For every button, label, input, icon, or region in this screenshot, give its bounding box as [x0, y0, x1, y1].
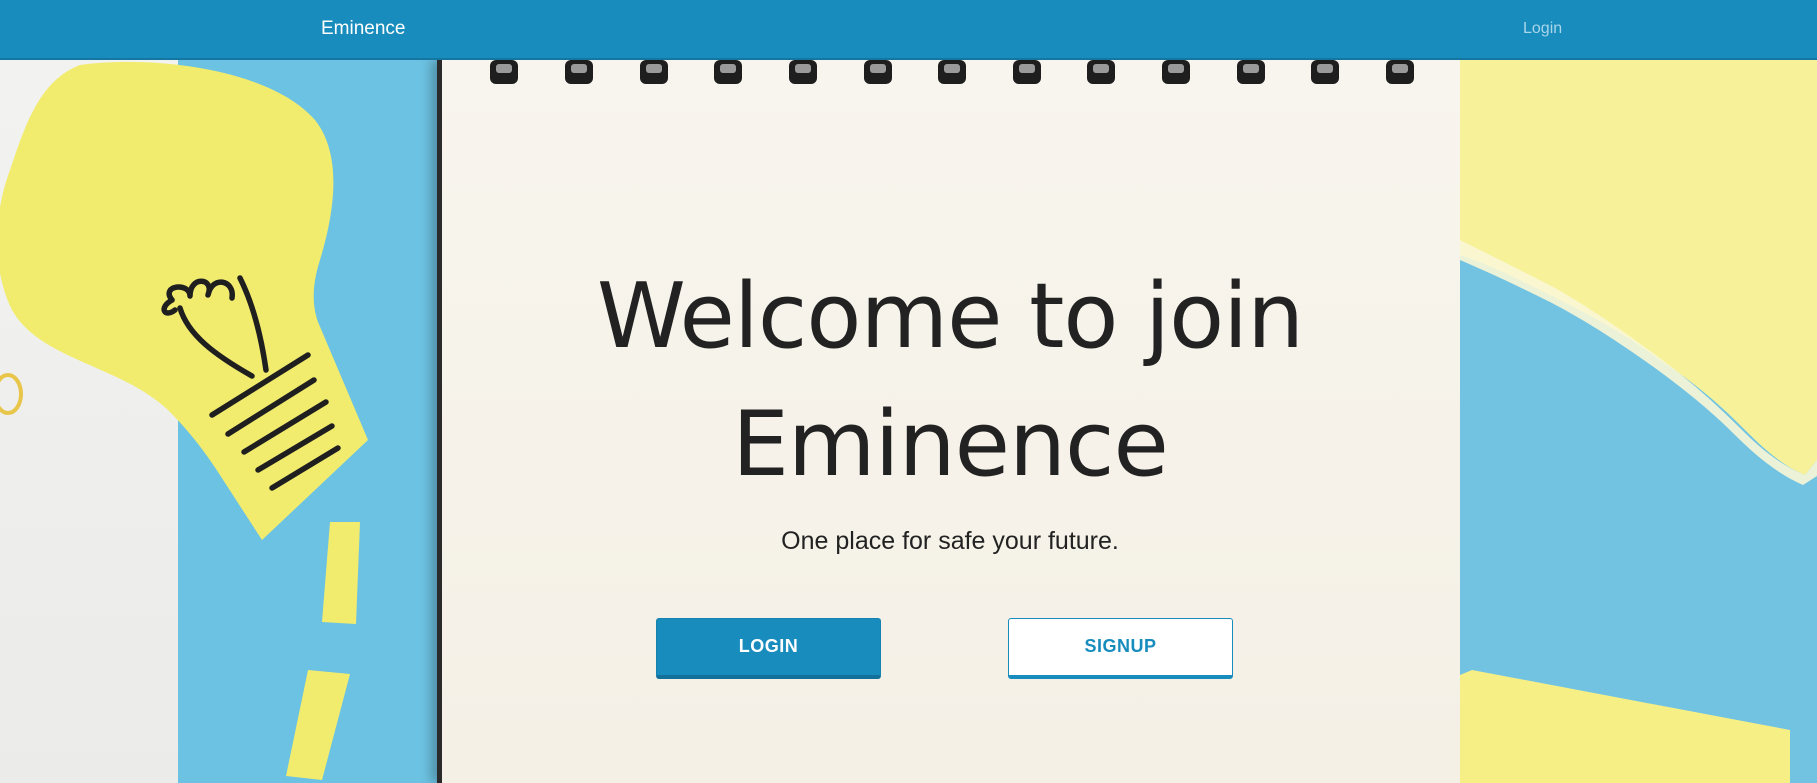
top-navbar: Eminence Login — [0, 0, 1817, 60]
hero-title-line-2: Eminence — [732, 392, 1169, 497]
hero-section: Welcome to join Eminence One place for s… — [0, 60, 1817, 783]
hero-subtitle: One place for safe your future. — [781, 527, 1119, 555]
spiral-binding-icon — [490, 60, 1414, 84]
hero-title-line-1: Welcome to join — [596, 264, 1304, 369]
nav-login-link[interactable]: Login — [1523, 19, 1562, 39]
brand-link[interactable]: Eminence — [321, 17, 406, 41]
paper-collage-decoration — [1460, 60, 1817, 783]
signup-button[interactable]: SIGNUP — [1008, 618, 1233, 679]
hero-title: Welcome to join Eminence — [437, 253, 1463, 509]
login-button[interactable]: LOGIN — [656, 618, 881, 679]
lightbulb-icon — [0, 61, 368, 780]
